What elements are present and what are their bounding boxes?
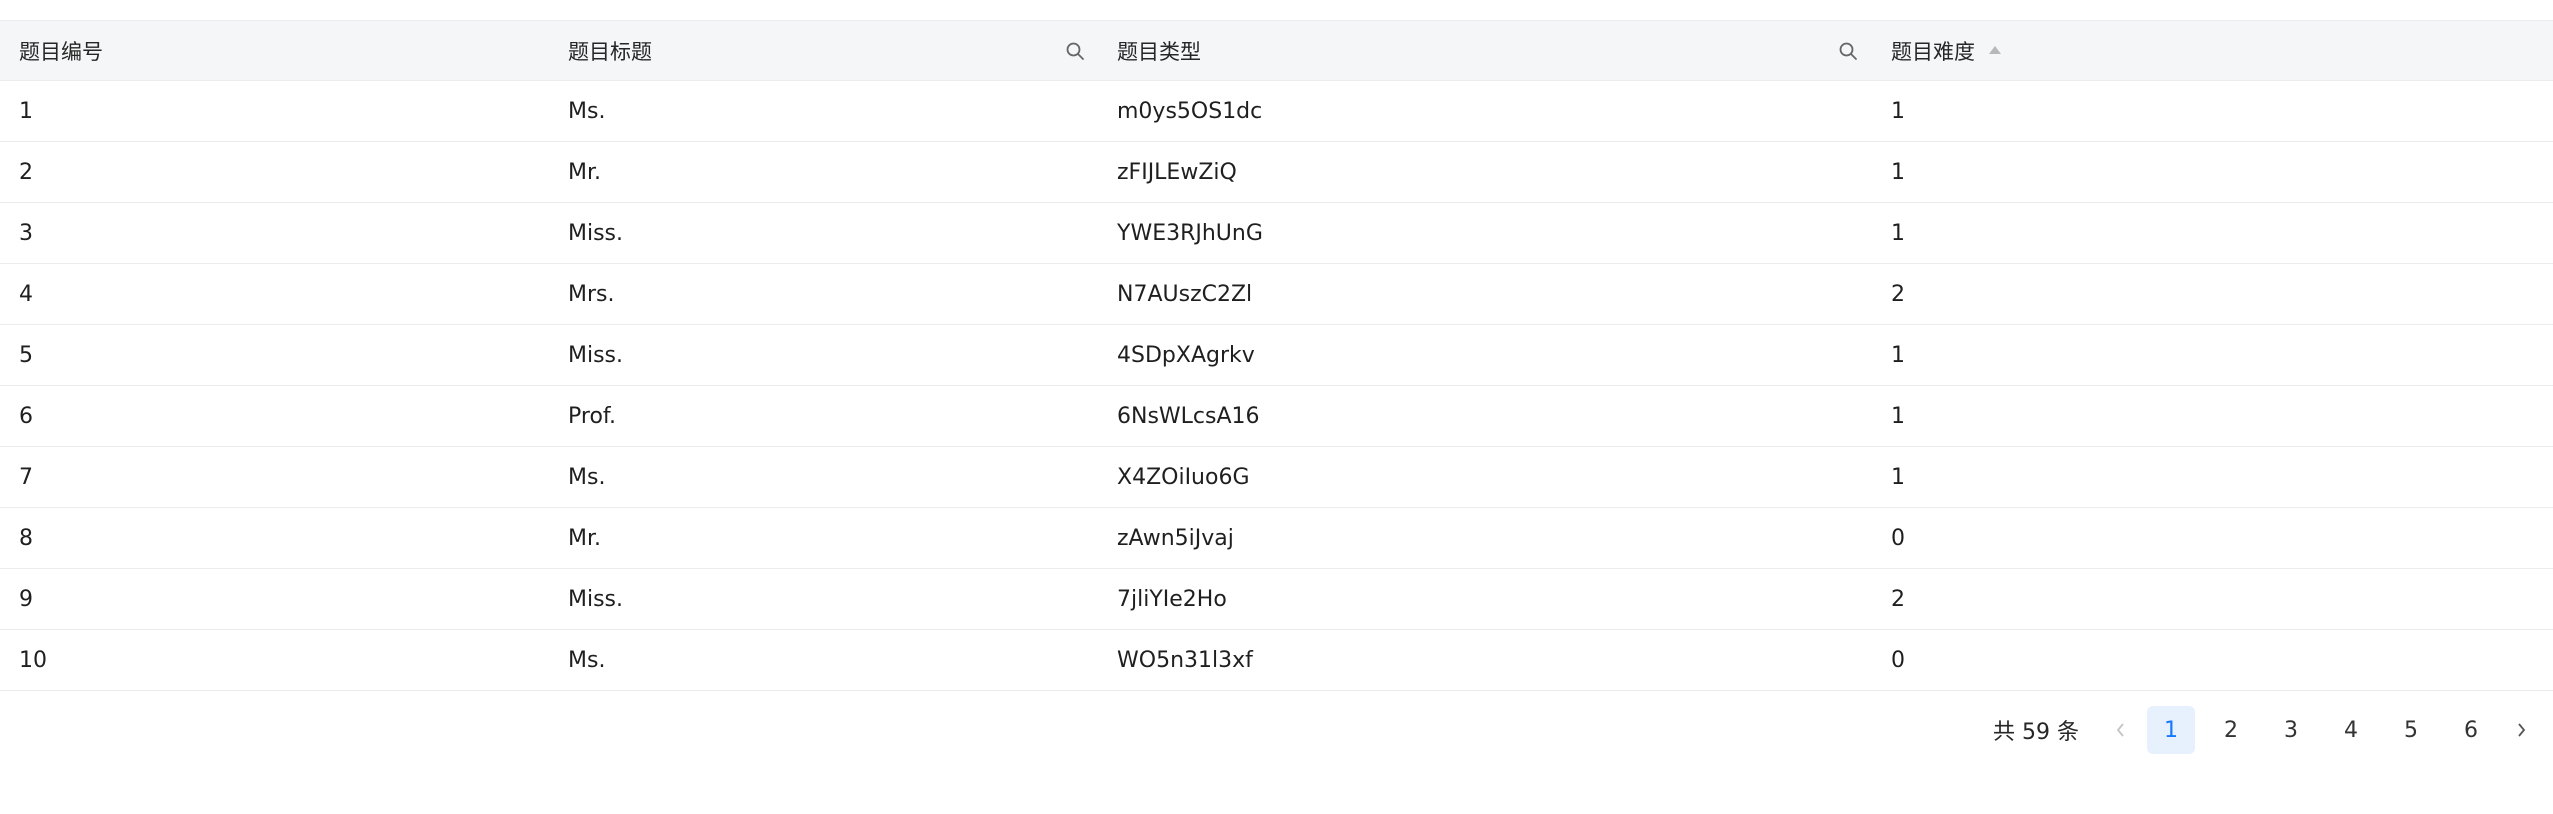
page-button[interactable]: 4 (2327, 706, 2375, 754)
cell-question-difficulty: 0 (1891, 647, 1905, 673)
table-row: 2 Mr. zFIJLEwZiQ 1 (0, 142, 2553, 203)
cell-question-type: m0ys5OS1dc (1117, 98, 1263, 124)
header-difficulty-label: 题目难度 (1891, 39, 1975, 64)
cell-question-title: Miss. (568, 586, 624, 612)
header-question-id: 题目编号 (19, 39, 103, 64)
header-question-type: 题目类型 (1117, 39, 1201, 64)
cell-question-difficulty: 1 (1891, 403, 1905, 429)
table-header: 题目编号 题目标题 题目类型 题目难度 (0, 20, 2553, 81)
cell-question-difficulty: 1 (1891, 159, 1905, 185)
total-count: 共 59 条 (1993, 720, 2079, 745)
cell-question-id: 2 (19, 159, 33, 185)
page-button[interactable]: 5 (2387, 706, 2435, 754)
cell-question-title: Prof. (568, 403, 617, 429)
table-row: 1 Ms. m0ys5OS1dc 1 (0, 81, 2553, 142)
cell-question-title: Ms. (568, 464, 606, 490)
cell-question-id: 9 (19, 586, 33, 612)
table-row: 8 Mr. zAwn5iJvaj 0 (0, 508, 2553, 569)
cell-question-type: zAwn5iJvaj (1117, 525, 1234, 551)
header-question-title: 题目标题 (568, 39, 652, 64)
cell-question-title: Ms. (568, 98, 606, 124)
page-button[interactable]: 6 (2447, 706, 2495, 754)
cell-question-type: WO5n31l3xf (1117, 647, 1253, 673)
page-button[interactable]: 3 (2267, 706, 2315, 754)
cell-question-title: Miss. (568, 342, 624, 368)
header-question-difficulty[interactable]: 题目难度 (1891, 21, 2001, 80)
table-row: 5 Miss. 4SDpXAgrkv 1 (0, 325, 2553, 386)
cell-question-type: YWE3RJhUnG (1117, 220, 1263, 246)
table-row: 10 Ms. WO5n31l3xf 0 (0, 630, 2553, 691)
cell-question-type: 6NsWLcsA16 (1117, 403, 1260, 429)
cell-question-title: Ms. (568, 647, 606, 673)
table-row: 9 Miss. 7jliYIe2Ho 2 (0, 569, 2553, 630)
cell-question-difficulty: 2 (1891, 586, 1905, 612)
cell-question-title: Miss. (568, 220, 624, 246)
table-row: 7 Ms. X4ZOiIuo6G 1 (0, 447, 2553, 508)
chevron-left-icon[interactable] (2101, 706, 2141, 754)
cell-question-difficulty: 0 (1891, 525, 1905, 551)
cell-question-type: 4SDpXAgrkv (1117, 342, 1255, 368)
cell-question-type: zFIJLEwZiQ (1117, 159, 1237, 185)
cell-question-type: N7AUszC2Zl (1117, 281, 1253, 307)
search-icon[interactable] (1836, 21, 1860, 80)
cell-question-id: 6 (19, 403, 33, 429)
pagination: 共 59 条 123456 (1993, 705, 2553, 755)
table-row: 4 Mrs. N7AUszC2Zl 2 (0, 264, 2553, 325)
cell-question-difficulty: 1 (1891, 464, 1905, 490)
cell-question-type: 7jliYIe2Ho (1117, 586, 1227, 612)
cell-question-title: Mr. (568, 159, 601, 185)
cell-question-id: 8 (19, 525, 33, 551)
cell-question-difficulty: 1 (1891, 342, 1905, 368)
cell-question-difficulty: 1 (1891, 220, 1905, 246)
cell-question-id: 10 (19, 647, 47, 673)
cell-question-id: 4 (19, 281, 33, 307)
chevron-right-icon[interactable] (2501, 706, 2541, 754)
page-button[interactable]: 1 (2147, 706, 2195, 754)
search-icon[interactable] (1063, 21, 1087, 80)
cell-question-title: Mrs. (568, 281, 615, 307)
page-button[interactable]: 2 (2207, 706, 2255, 754)
caret-up-icon[interactable] (1989, 45, 2001, 54)
cell-question-difficulty: 2 (1891, 281, 1905, 307)
table-row: 3 Miss. YWE3RJhUnG 1 (0, 203, 2553, 264)
cell-question-title: Mr. (568, 525, 601, 551)
cell-question-id: 7 (19, 464, 33, 490)
cell-question-difficulty: 1 (1891, 98, 1905, 124)
question-table: 题目编号 题目标题 题目类型 题目难度 1 Ms. m0ys5OS1dc 1 2 Mr. z… (0, 20, 2553, 691)
cell-question-id: 5 (19, 342, 33, 368)
cell-question-id: 1 (19, 98, 33, 124)
cell-question-id: 3 (19, 220, 33, 246)
table-row: 6 Prof. 6NsWLcsA16 1 (0, 386, 2553, 447)
cell-question-type: X4ZOiIuo6G (1117, 464, 1250, 490)
